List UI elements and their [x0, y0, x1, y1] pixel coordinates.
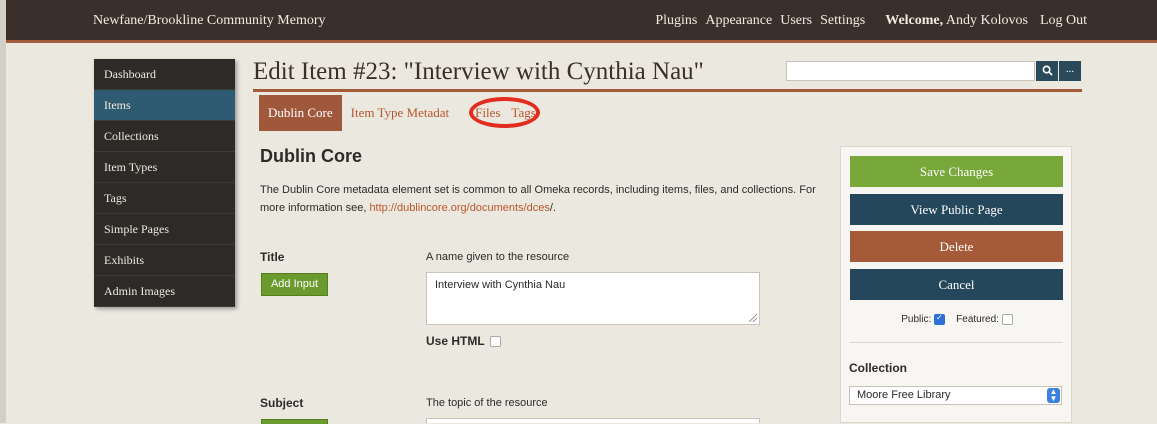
page-title: Edit Item #23: "Interview with Cynthia N…: [253, 58, 704, 85]
nav-appearance[interactable]: Appearance: [705, 13, 772, 29]
cancel-button[interactable]: Cancel: [850, 269, 1063, 300]
panel-divider: [850, 342, 1063, 343]
tab-item-type-metadata[interactable]: Item Type Metadat: [342, 95, 458, 131]
sidebar-item-admin-images[interactable]: Admin Images: [94, 276, 235, 307]
nav-users[interactable]: Users: [780, 13, 812, 29]
title-value: Interview with Cynthia Nau: [435, 279, 566, 291]
search-icon: [1042, 65, 1053, 76]
section-heading: Dublin Core: [260, 146, 362, 166]
visibility-options: Public: Featured:: [841, 313, 1073, 326]
title-field-description: A name given to the resource: [426, 251, 570, 263]
sidebar: Dashboard Items Collections Item Types T…: [94, 59, 235, 307]
nav-plugins[interactable]: Plugins: [655, 13, 697, 29]
welcome-prefix: Welcome,: [885, 13, 944, 28]
save-panel: Save Changes View Public Page Delete Can…: [840, 146, 1072, 423]
use-html-option: Use HTML: [426, 334, 501, 348]
subject-textarea[interactable]: [426, 418, 760, 423]
featured-label: Featured:: [956, 314, 999, 326]
site-title[interactable]: Newfane/Brookline Community Memory: [93, 13, 326, 29]
title-textarea[interactable]: Interview with Cynthia Nau: [426, 272, 760, 325]
sidebar-item-exhibits[interactable]: Exhibits: [94, 245, 235, 276]
title-field-label: Title: [260, 250, 285, 264]
use-html-label: Use HTML: [426, 334, 485, 348]
title-divider: [253, 89, 1082, 92]
search-button[interactable]: [1036, 61, 1058, 81]
description-end: /.: [549, 202, 556, 214]
files-tab-highlight-circle: [469, 97, 540, 128]
public-label: Public:: [901, 314, 932, 326]
logout-link[interactable]: Log Out: [1040, 13, 1087, 29]
sidebar-item-simple-pages[interactable]: Simple Pages: [94, 214, 235, 245]
window-edge: [0, 0, 6, 423]
search-input[interactable]: [786, 61, 1035, 81]
user-name[interactable]: Andy Kolovos: [946, 13, 1028, 28]
public-checkbox[interactable]: [934, 313, 946, 325]
resize-handle-icon[interactable]: [749, 314, 757, 322]
select-arrows-icon: ▲ ▼: [1047, 388, 1060, 403]
delete-button[interactable]: Delete: [850, 231, 1063, 262]
dces-link[interactable]: http://dublincore.org/documents/dces: [369, 202, 549, 214]
nav-settings[interactable]: Settings: [820, 13, 865, 29]
advanced-search-button[interactable]: ...: [1059, 61, 1081, 81]
top-bar: Newfane/Brookline Community Memory Plugi…: [6, 0, 1157, 43]
sidebar-item-dashboard[interactable]: Dashboard: [94, 59, 235, 90]
use-html-checkbox[interactable]: [489, 335, 501, 347]
welcome-text: Welcome, Andy Kolovos: [885, 13, 1028, 29]
featured-checkbox[interactable]: [1001, 314, 1013, 325]
collection-label: Collection: [849, 361, 908, 375]
collection-value: Moore Free Library: [857, 389, 951, 401]
subject-field-description: The topic of the resource: [426, 397, 548, 409]
subject-add-input-button[interactable]: [261, 419, 328, 424]
section-description: The Dublin Core metadata element set is …: [260, 181, 830, 217]
tab-dublin-core[interactable]: Dublin Core: [259, 95, 342, 131]
save-changes-button[interactable]: Save Changes: [850, 156, 1063, 187]
subject-field-label: Subject: [260, 396, 304, 410]
sidebar-item-items[interactable]: Items: [94, 90, 235, 121]
view-public-page-button[interactable]: View Public Page: [850, 194, 1063, 225]
sidebar-item-collections[interactable]: Collections: [94, 121, 235, 152]
add-input-button[interactable]: Add Input: [261, 273, 328, 296]
top-nav: Plugins Appearance Users Settings Welcom…: [655, 13, 1087, 29]
sidebar-item-item-types[interactable]: Item Types: [94, 152, 235, 183]
collection-select[interactable]: Moore Free Library ▲ ▼: [849, 386, 1062, 405]
sidebar-item-tags[interactable]: Tags: [94, 183, 235, 214]
